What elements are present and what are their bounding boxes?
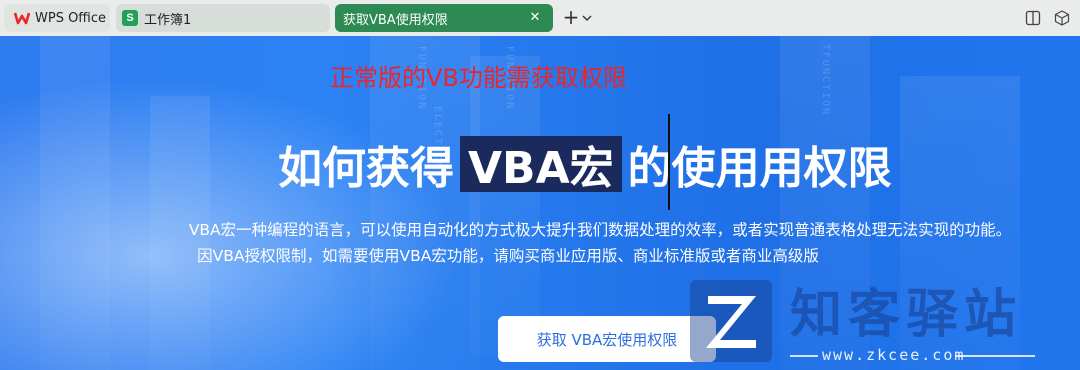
headline-prefix: 如何获得 [278,143,454,194]
page-title: 如何获得 VBA宏 的使用用权限 [278,136,892,194]
spreadsheet-icon: S [122,10,138,26]
vba-promo-banner: FUNCTION ELECTRON FUNCTION TFUNCTION 正常版… [0,36,1080,370]
wps-logo-icon [14,12,30,25]
tab-label: 获取VBA使用权限 [343,12,448,28]
red-caption: 正常版的VB功能需获取权限 [330,64,627,92]
sidebar-toggle-icon[interactable] [1024,9,1042,27]
new-tab-button[interactable]: + [560,7,582,29]
watermark-rule [955,355,1035,357]
description-line-1: VBA宏一种编程的语言，可以使用自动化的方式极大提升我们数据处理的效率，或者实现… [188,221,1012,239]
tab-workbook[interactable]: S 工作簿1 [116,4,330,32]
headline-highlight: VBA宏 [460,136,622,194]
tab-wps-office[interactable]: WPS Office [4,4,110,32]
tab-bar: WPS Office S 工作簿1 获取VBA使用权限 ✕ + [0,0,1080,36]
watermark-url: www.zkcee.com [822,346,966,364]
text-cursor [668,114,670,210]
description-line-2: 因VBA授权限制，如需要使用VBA宏功能，请购买商业应用版、商业标准版或者商业高… [197,247,819,265]
get-vba-permission-button[interactable]: 获取 VBA宏使用权限 [498,316,716,362]
close-icon[interactable]: ✕ [527,10,543,26]
chevron-down-icon[interactable] [580,8,594,28]
watermark-rule [790,355,818,357]
bg-word: TFUNCTION [820,44,831,117]
tab-label: 工作簿1 [144,12,192,28]
tab-vba-permission[interactable]: 获取VBA使用权限 ✕ [335,4,553,32]
bg-column [40,36,110,370]
cube-icon[interactable] [1053,9,1071,27]
watermark-logo-icon [690,280,772,362]
tab-label: WPS Office [35,10,107,26]
watermark-text: 知客驿站 [790,285,1023,345]
